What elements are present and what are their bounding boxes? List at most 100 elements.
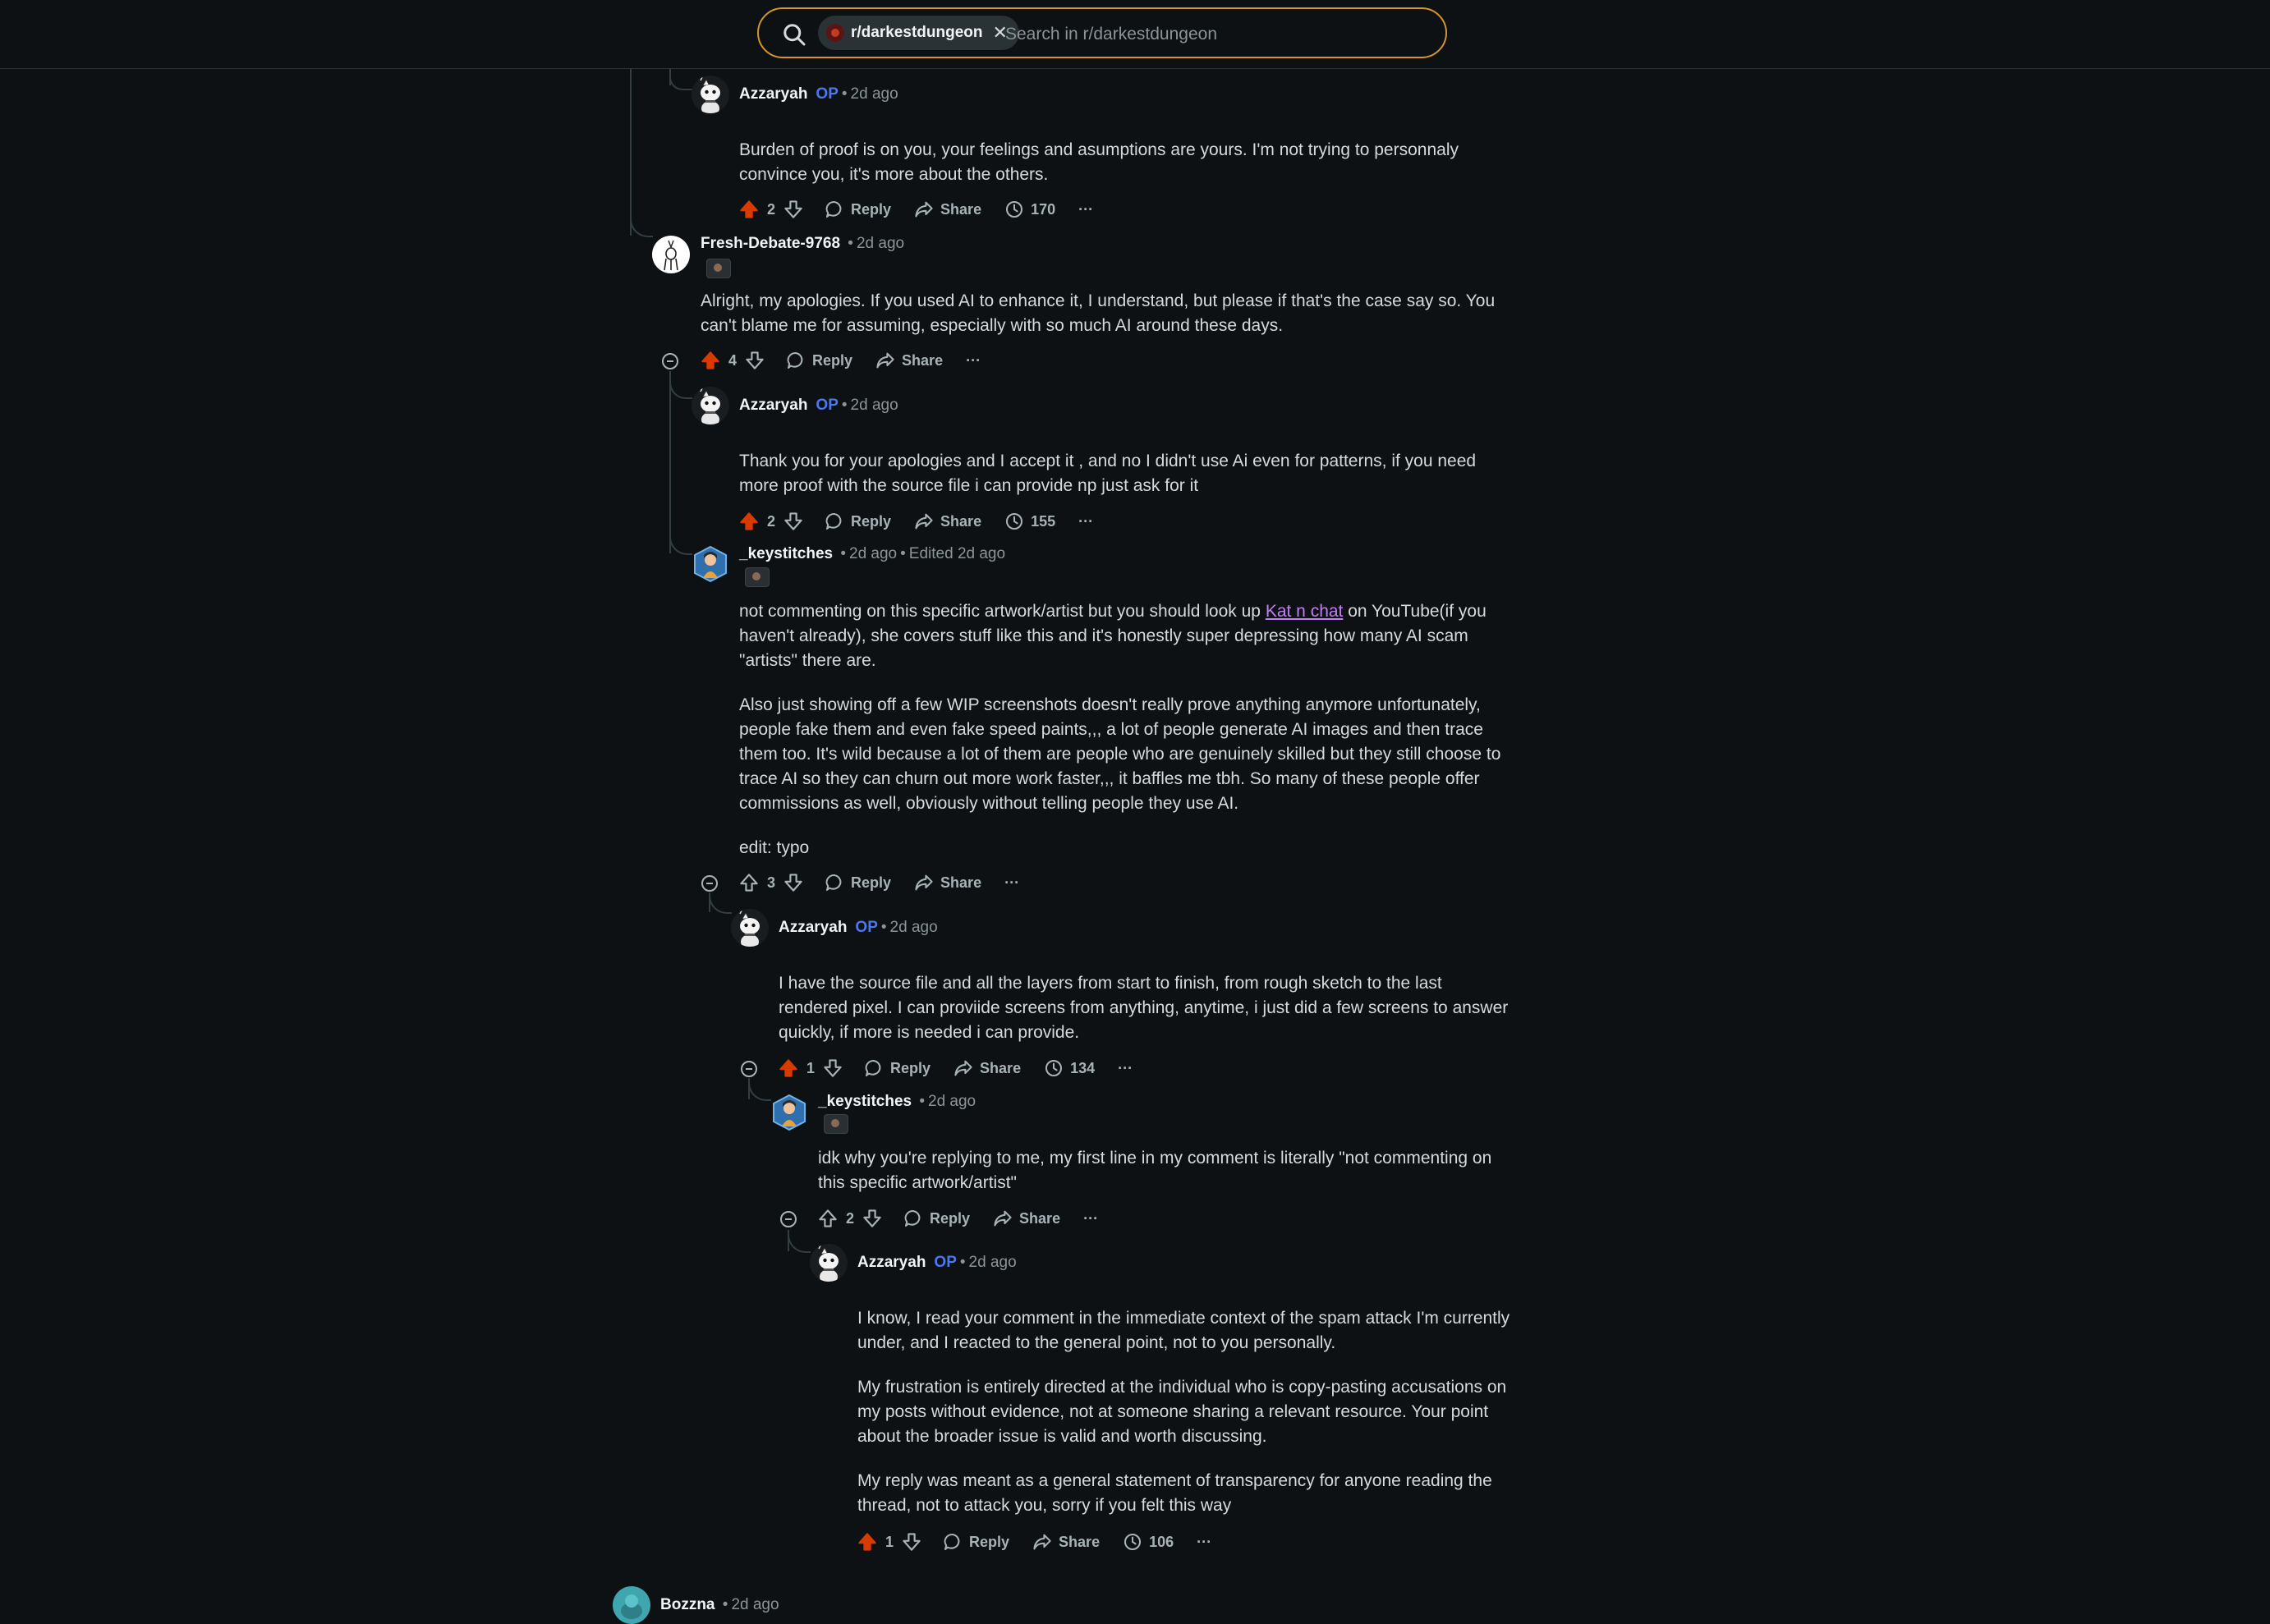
avatar[interactable]	[692, 76, 729, 113]
comment-text: not commenting on this specific artwork/…	[739, 602, 1487, 670]
upvote-icon[interactable]	[818, 1209, 838, 1228]
avatar[interactable]	[692, 387, 729, 424]
avatar[interactable]	[810, 1244, 848, 1282]
share-button[interactable]: Share	[953, 1058, 1021, 1078]
downvote-icon[interactable]	[783, 512, 803, 531]
op-badge: OP	[855, 919, 878, 936]
username-link[interactable]: _keystitches	[739, 545, 833, 562]
reply-button[interactable]: Reply	[943, 1532, 1009, 1552]
reply-button[interactable]: Reply	[825, 512, 891, 531]
comment-body: Alright, my apologies. If you used AI to…	[701, 289, 1497, 338]
downvote-icon[interactable]	[823, 1058, 843, 1078]
timestamp[interactable]: 2d ago	[731, 1596, 779, 1613]
reply-button[interactable]: Reply	[825, 200, 891, 219]
username-link[interactable]: Azzaryah	[857, 1254, 926, 1271]
username-link[interactable]: _keystitches	[818, 1093, 912, 1110]
avatar[interactable]	[652, 236, 690, 273]
reply-button[interactable]: Reply	[786, 351, 852, 370]
comment-text: My reply was meant as a general statemen…	[857, 1471, 1492, 1515]
comment-meta: Azzaryah OP • 2d ago	[739, 397, 898, 414]
downvote-icon[interactable]	[745, 351, 765, 370]
upvote-icon[interactable]	[739, 512, 759, 531]
reply-button[interactable]: Reply	[864, 1058, 931, 1078]
share-button[interactable]: Share	[875, 351, 943, 370]
collapse-thread-icon[interactable]	[741, 1061, 757, 1077]
username-link[interactable]: Azzaryah	[739, 397, 807, 414]
collapse-thread-icon[interactable]	[662, 353, 678, 369]
downvote-icon[interactable]	[902, 1532, 921, 1552]
views-insight[interactable]: 170	[1004, 200, 1055, 219]
timestamp[interactable]: 2d ago	[849, 545, 897, 562]
comment-meta: Fresh-Debate-9768 • 2d ago	[701, 235, 905, 252]
reply-button[interactable]: Reply	[903, 1209, 970, 1228]
vote-group: 1	[857, 1532, 921, 1552]
comment-meta: Bozzna • 2d ago	[660, 1596, 779, 1613]
vote-score: 2	[767, 200, 776, 218]
more-options-button[interactable]: ···	[1083, 1210, 1098, 1227]
thread-curve	[669, 77, 692, 90]
avatar[interactable]	[692, 545, 729, 583]
share-button[interactable]: Share	[993, 1209, 1060, 1228]
views-insight[interactable]: 106	[1123, 1532, 1174, 1552]
thread-curve	[669, 534, 692, 555]
subreddit-filter-chip[interactable]: r/darkestdungeon ✕	[818, 16, 1019, 50]
upvote-icon[interactable]	[701, 351, 720, 370]
username-link[interactable]: Azzaryah	[739, 85, 807, 103]
timestamp[interactable]: 2d ago	[890, 919, 938, 936]
collapse-thread-icon[interactable]	[701, 875, 718, 892]
more-options-button[interactable]: ···	[1078, 513, 1093, 530]
search-input[interactable]	[1004, 19, 1418, 50]
avatar[interactable]	[613, 1586, 650, 1624]
comment-text: Alright, my apologies. If you used AI to…	[701, 291, 1496, 335]
timestamp[interactable]: 2d ago	[969, 1254, 1017, 1271]
comment-text: Also just showing off a few WIP screensh…	[739, 695, 1501, 813]
more-options-button[interactable]: ···	[966, 352, 981, 369]
user-flair-icon	[824, 1114, 848, 1134]
downvote-icon[interactable]	[862, 1209, 882, 1228]
username-link[interactable]: Fresh-Debate-9768	[701, 235, 840, 252]
timestamp[interactable]: 2d ago	[928, 1093, 976, 1110]
share-button[interactable]: Share	[914, 200, 981, 219]
timestamp[interactable]: 2d ago	[851, 85, 898, 103]
downvote-icon[interactable]	[783, 873, 803, 892]
timestamp[interactable]: 2d ago	[857, 235, 904, 252]
comment-text: Thank you for your apologies and I accep…	[739, 452, 1477, 495]
share-button[interactable]: Share	[1032, 1532, 1100, 1552]
more-options-button[interactable]: ···	[1197, 1534, 1211, 1551]
thread-curve	[669, 383, 692, 399]
share-button[interactable]: Share	[914, 873, 981, 892]
upvote-icon[interactable]	[779, 1058, 798, 1078]
vote-score: 1	[806, 1059, 816, 1076]
views-insight[interactable]: 134	[1044, 1058, 1095, 1078]
comment-meta: Azzaryah OP • 2d ago	[857, 1254, 1017, 1271]
comment-actions: 2 Reply Share 155 ···	[739, 512, 1116, 531]
reply-button[interactable]: Reply	[825, 873, 891, 892]
upvote-icon[interactable]	[857, 1532, 877, 1552]
vote-score: 3	[767, 874, 776, 891]
more-options-button[interactable]: ···	[1078, 201, 1093, 218]
views-insight[interactable]: 155	[1004, 512, 1055, 531]
comment-body: I have the source file and all the layer…	[779, 971, 1510, 1045]
vote-group: 2	[818, 1209, 882, 1228]
username-link[interactable]: Bozzna	[660, 1596, 715, 1613]
thread-curve	[709, 892, 732, 914]
comment-text: I have the source file and all the layer…	[779, 974, 1509, 1042]
more-options-button[interactable]: ···	[1004, 874, 1019, 892]
comment-thread: Azzaryah OP • 2d ago Burden of proof is on …	[0, 0, 2270, 1609]
more-options-button[interactable]: ···	[1118, 1060, 1133, 1077]
share-button[interactable]: Share	[914, 512, 981, 531]
kat-n-chat-link[interactable]: Kat n chat	[1266, 602, 1344, 621]
avatar[interactable]	[770, 1094, 808, 1131]
collapse-thread-icon[interactable]	[780, 1211, 797, 1227]
upvote-icon[interactable]	[739, 200, 759, 219]
comment-text: I know, I read your comment in the immed…	[857, 1309, 1510, 1352]
comment-text: Burden of proof is on you, your feelings…	[739, 140, 1459, 184]
upvote-icon[interactable]	[739, 873, 759, 892]
search-bar[interactable]: r/darkestdungeon ✕	[757, 7, 1447, 58]
username-link[interactable]: Azzaryah	[779, 919, 847, 936]
avatar[interactable]	[731, 909, 769, 947]
comment-meta: _keystitches • 2d ago • Edited 2d ago	[739, 545, 1006, 562]
comment-body: Burden of proof is on you, your feelings…	[739, 138, 1495, 187]
timestamp[interactable]: 2d ago	[851, 397, 898, 414]
downvote-icon[interactable]	[783, 200, 803, 219]
